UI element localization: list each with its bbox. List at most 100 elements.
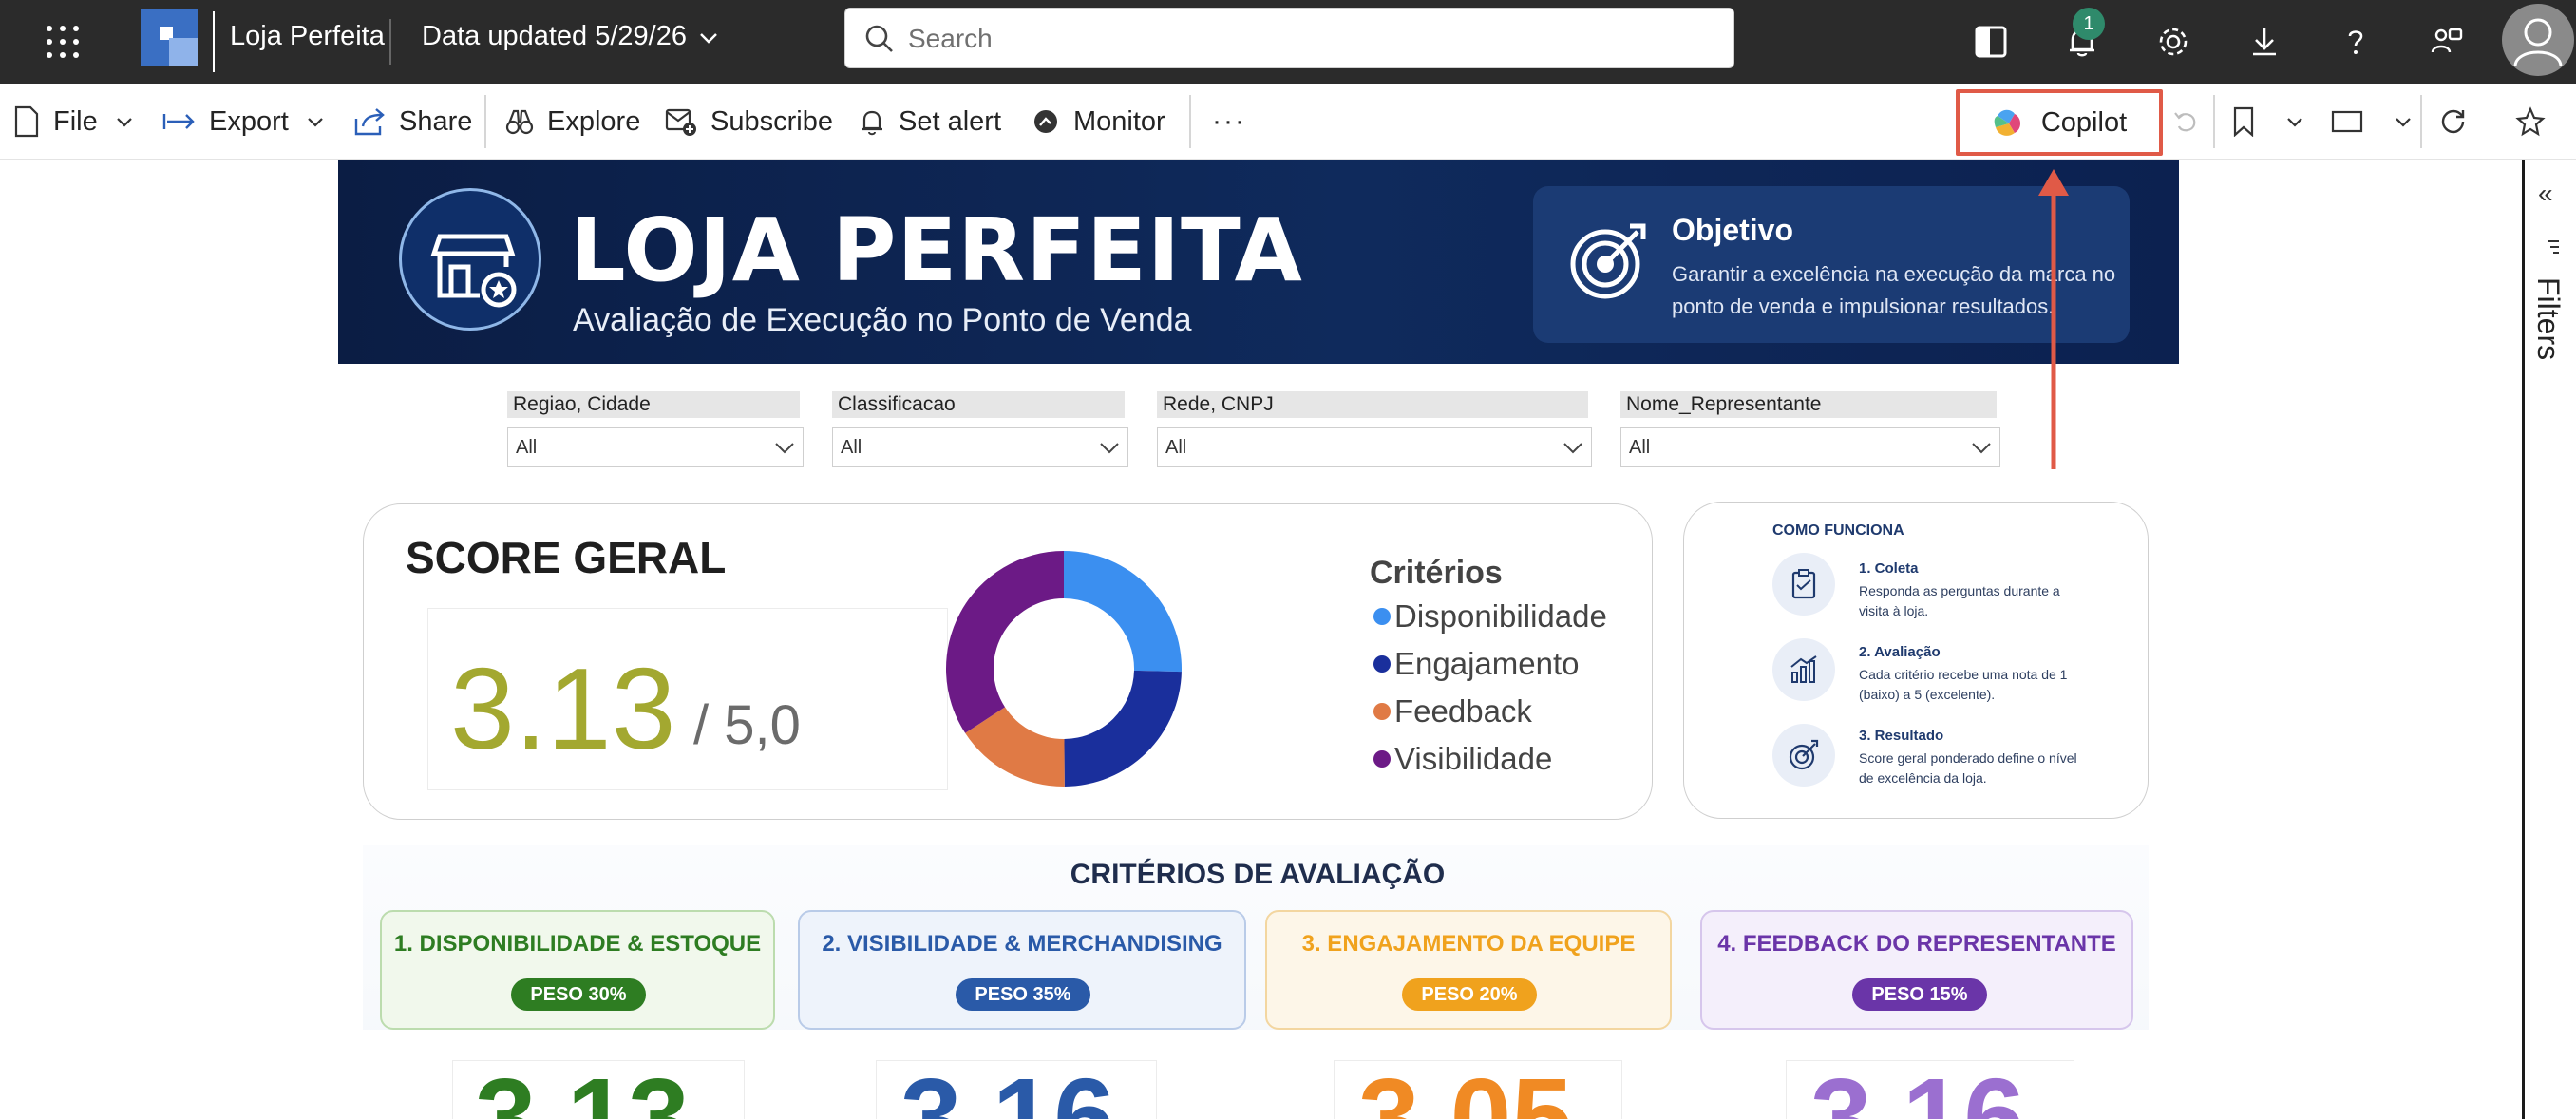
legend-item-feedback[interactable]: Feedback bbox=[1373, 693, 1532, 730]
view-menu[interactable] bbox=[2331, 84, 2413, 160]
more-options-button[interactable]: ··· bbox=[1212, 84, 1246, 160]
command-bar: File Export Share Explore Subscribe Set … bbox=[0, 84, 2576, 160]
criterion-title: 1. DISPONIBILIDADE & ESTOQUE bbox=[393, 931, 762, 957]
slicer-dropdown-classificacao[interactable]: All bbox=[832, 427, 1128, 467]
view-window-icon bbox=[2331, 110, 2363, 133]
score-title: SCORE GERAL bbox=[406, 533, 727, 582]
legend-label: Disponibilidade bbox=[1394, 598, 1607, 634]
export-arrow-icon bbox=[162, 114, 195, 129]
chevron-down-icon bbox=[116, 118, 132, 127]
monitor-button[interactable]: Monitor bbox=[1032, 84, 1165, 160]
chevron-down-icon bbox=[775, 443, 794, 454]
share-label: Share bbox=[399, 105, 473, 137]
legend-dot bbox=[1373, 750, 1391, 768]
app-name[interactable]: Loja Perfeita bbox=[230, 21, 385, 52]
file-label: File bbox=[53, 105, 98, 137]
chevron-down-icon bbox=[2287, 118, 2302, 127]
score-max: / 5,0 bbox=[693, 694, 801, 756]
export-menu[interactable]: Export bbox=[161, 84, 325, 160]
notification-count-badge: 1 bbox=[2073, 8, 2105, 40]
annotation-arrow bbox=[2038, 169, 2069, 469]
legend-item-engajamento[interactable]: Engajamento bbox=[1373, 646, 1579, 682]
file-icon bbox=[14, 105, 39, 138]
slicer-value: All bbox=[516, 437, 538, 458]
legend-dot bbox=[1373, 608, 1391, 625]
criterion-value: 3.13 bbox=[475, 1055, 690, 1119]
chevron-down-icon bbox=[1972, 443, 1991, 454]
objective-title: Objetivo bbox=[1672, 213, 1794, 247]
criterion-card-visibilidade bbox=[798, 910, 1246, 1030]
divider bbox=[484, 95, 486, 148]
target-icon bbox=[1772, 724, 1835, 787]
app-logo-icon bbox=[141, 9, 198, 66]
legend-dot bbox=[1373, 703, 1391, 720]
undo-icon[interactable] bbox=[2171, 84, 2213, 160]
donut-slice-engajamento[interactable] bbox=[1064, 670, 1182, 787]
banner-title: LOJA PERFEITA bbox=[570, 199, 1303, 301]
donut-slice-disponibilidade[interactable] bbox=[1064, 551, 1182, 673]
slicer-dropdown-representante[interactable]: All bbox=[1620, 427, 2000, 467]
bookmark-menu[interactable] bbox=[2232, 84, 2304, 160]
share-button[interactable]: Share bbox=[353, 84, 472, 160]
criteria-donut-chart[interactable] bbox=[940, 545, 1187, 792]
slicer-value: All bbox=[1629, 437, 1651, 458]
criterion-weight-badge: PESO 30% bbox=[511, 978, 646, 1011]
bell-icon bbox=[862, 110, 882, 136]
monitor-gauge-icon bbox=[1034, 110, 1057, 133]
criterion-title: 2. VISIBILIDADE & MERCHANDISING bbox=[822, 931, 1222, 957]
chevron-down-icon bbox=[1100, 443, 1119, 454]
data-updated-label[interactable]: Data updated 5/29/26 bbox=[422, 21, 687, 52]
filters-label[interactable]: Filters bbox=[2530, 277, 2566, 360]
filters-pane[interactable]: « Filters bbox=[2522, 160, 2576, 1119]
download-icon[interactable] bbox=[2238, 15, 2291, 68]
monitor-label: Monitor bbox=[1073, 105, 1165, 137]
criterion-value: 3.05 bbox=[1358, 1055, 1573, 1119]
criterion-value: 3.16 bbox=[900, 1055, 1115, 1119]
donut-slice-visibilidade[interactable] bbox=[946, 551, 1064, 733]
search-box[interactable] bbox=[844, 8, 1734, 68]
criterion-card-feedback bbox=[1700, 910, 2133, 1030]
slicer-label-regiao: Regiao, Cidade bbox=[507, 391, 800, 418]
slicer-dropdown-regiao[interactable]: All bbox=[507, 427, 804, 467]
criterion-weight-badge: PESO 35% bbox=[956, 978, 1090, 1011]
export-label: Export bbox=[209, 105, 289, 137]
slicer-dropdown-rede[interactable]: All bbox=[1157, 427, 1592, 467]
banner-subtitle: Avaliação de Execução no Ponto de Venda bbox=[573, 302, 1192, 338]
app-launcher-icon[interactable] bbox=[42, 21, 84, 63]
feedback-people-icon[interactable] bbox=[2420, 15, 2473, 68]
slicer-value: All bbox=[1165, 437, 1187, 458]
refresh-icon[interactable] bbox=[2439, 84, 2481, 160]
divider bbox=[213, 11, 215, 72]
subscribe-button[interactable]: Subscribe bbox=[665, 84, 833, 160]
criterion-card-disponibilidade bbox=[380, 910, 775, 1030]
legend-item-visibilidade[interactable]: Visibilidade bbox=[1373, 741, 1552, 777]
expand-double-chevron-icon[interactable]: « bbox=[2538, 179, 2553, 209]
slicer-label-classificacao: Classificacao bbox=[832, 391, 1125, 418]
pane-toggle-icon[interactable] bbox=[1964, 15, 2017, 68]
chevron-down-icon[interactable] bbox=[697, 27, 720, 49]
settings-gear-icon[interactable] bbox=[2147, 15, 2200, 68]
legend-item-disponibilidade[interactable]: Disponibilidade bbox=[1373, 598, 1607, 635]
filter-icon bbox=[2548, 240, 2559, 254]
explore-button[interactable]: Explore bbox=[505, 84, 640, 160]
legend-title: Critérios bbox=[1370, 555, 1503, 591]
app-header: Loja Perfeita Data updated 5/29/26 1 bbox=[0, 0, 2576, 84]
slicer-label-representante: Nome_Representante bbox=[1620, 391, 1997, 418]
user-avatar[interactable] bbox=[2502, 4, 2574, 76]
favorite-star-icon[interactable] bbox=[2515, 84, 2559, 160]
subscribe-mail-icon bbox=[665, 108, 696, 136]
chevron-down-icon bbox=[308, 118, 323, 127]
step-title: 3. Resultado bbox=[1859, 728, 1944, 744]
copilot-button[interactable]: Copilot bbox=[1956, 89, 2163, 156]
step-title: 1. Coleta bbox=[1859, 560, 1919, 577]
chevron-down-icon bbox=[2396, 118, 2411, 127]
search-input[interactable] bbox=[908, 20, 1715, 58]
criteria-heading: CRITÉRIOS DE AVALIAÇÃO bbox=[1070, 859, 1446, 890]
divider bbox=[2213, 95, 2215, 148]
criterion-card-engajamento bbox=[1265, 910, 1672, 1030]
help-icon[interactable] bbox=[2329, 15, 2382, 68]
binoculars-icon bbox=[505, 109, 534, 135]
set-alert-button[interactable]: Set alert bbox=[859, 84, 1001, 160]
file-menu[interactable]: File bbox=[13, 84, 134, 160]
legend-dot bbox=[1373, 655, 1391, 673]
